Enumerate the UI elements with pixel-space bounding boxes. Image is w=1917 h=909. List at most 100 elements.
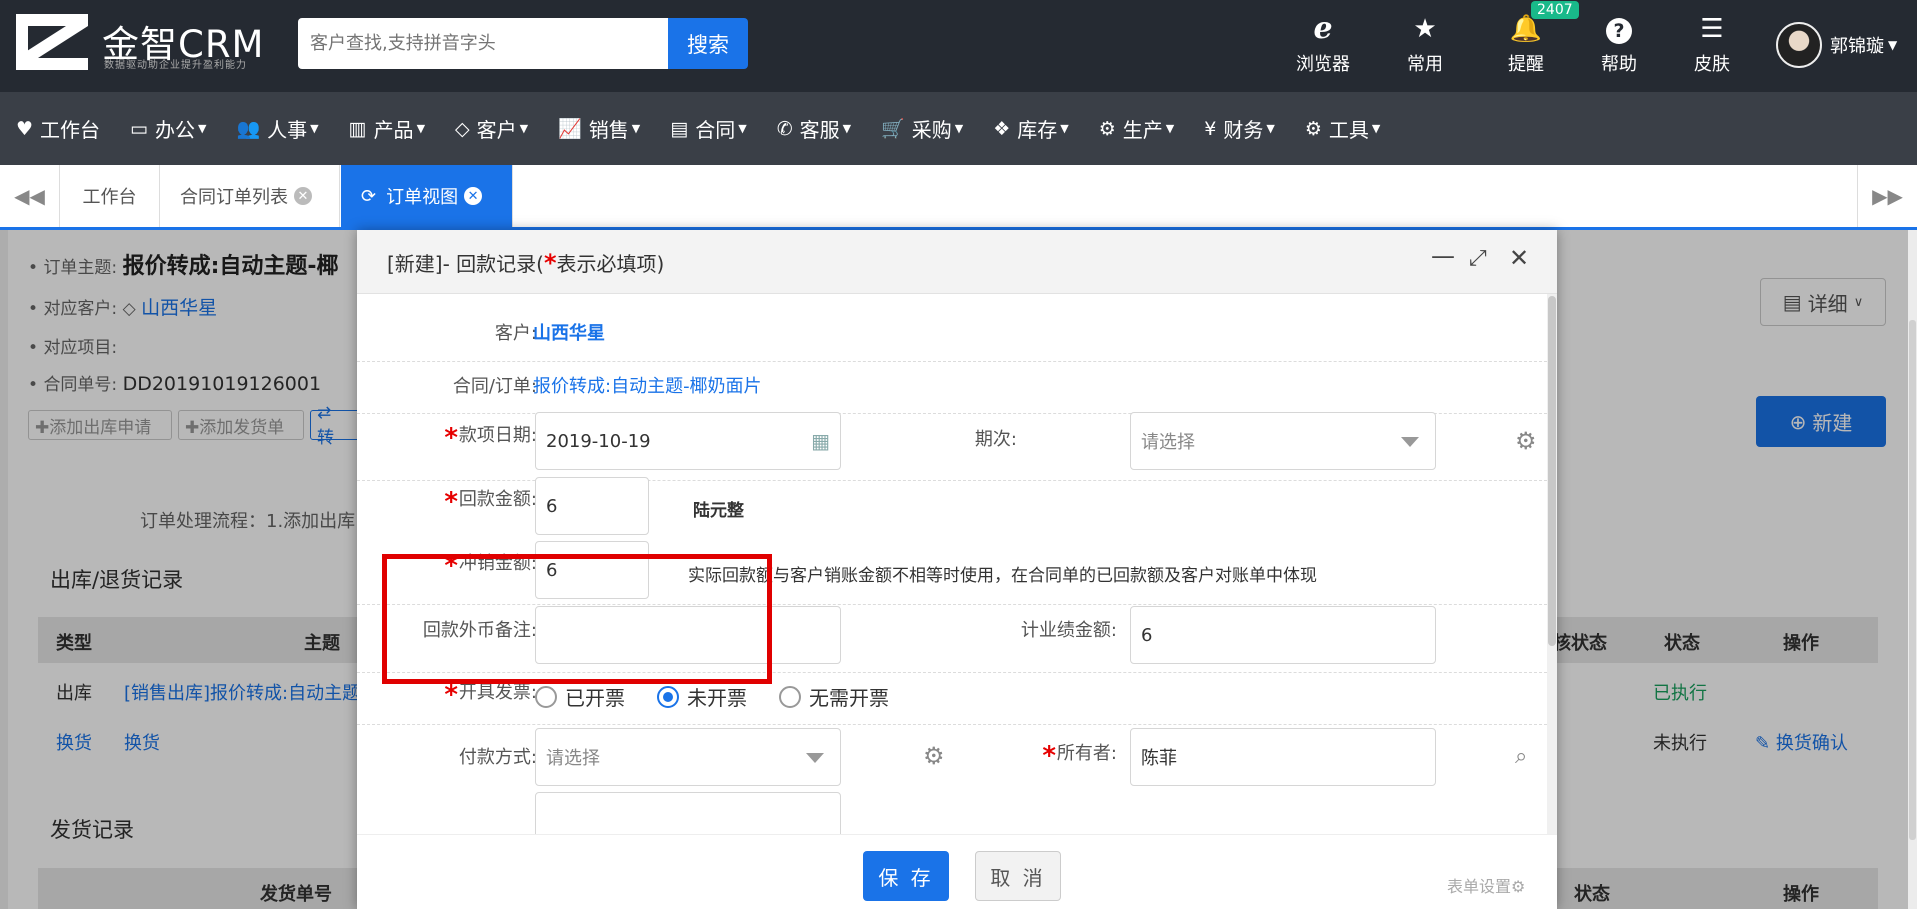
barcode-icon: ▥ bbox=[348, 117, 367, 140]
caret-down-icon: ▼ bbox=[1371, 122, 1381, 135]
customer-label: 客户: bbox=[494, 323, 537, 344]
line-chart-icon: 📈 bbox=[558, 118, 582, 140]
form-settings-link[interactable]: 表单设置⚙ bbox=[1447, 873, 1525, 897]
favorites-button[interactable]: ★ 常用 bbox=[1380, 12, 1470, 78]
gear-icon[interactable]: ⚙ bbox=[923, 742, 945, 770]
nav-tools[interactable]: ⚙ 工具 ▼ bbox=[1305, 114, 1381, 143]
owner-input[interactable]: 陈菲 bbox=[1130, 728, 1436, 786]
amount-in-words: 陆元整 bbox=[693, 501, 744, 521]
nav-workbench[interactable]: ♥ 工作台 bbox=[16, 114, 100, 143]
logo[interactable]: 金智CRM 数据驱动助企业提升盈利能力 bbox=[14, 12, 294, 72]
user-menu[interactable]: 郭锦璇 ▼ bbox=[1776, 20, 1897, 70]
nav-production[interactable]: ⚙ 生产 ▼ bbox=[1099, 114, 1175, 143]
nav-contract[interactable]: ▤ 合同 ▼ bbox=[670, 114, 746, 143]
nav-inventory[interactable]: ❖ 库存 ▼ bbox=[993, 114, 1069, 143]
browser-button[interactable]: e 浏览器 bbox=[1278, 12, 1368, 78]
contract-label: 合同/订单: bbox=[452, 376, 537, 397]
payment-amount-label: *回款金额: bbox=[444, 487, 537, 517]
highlight-box bbox=[382, 554, 772, 684]
close-icon[interactable]: ✕ bbox=[294, 187, 312, 205]
customer-search-input[interactable] bbox=[298, 18, 668, 69]
chevron-down-icon bbox=[806, 753, 824, 763]
writeoff-hint: 实际回款额与客户销账金额不相等时使用，在合同单的已回款额及客户对账单中体现 bbox=[688, 566, 1317, 586]
caret-down-icon: ▼ bbox=[954, 122, 964, 135]
payment-date-label: *款项日期: bbox=[444, 423, 537, 453]
payment-amount-input[interactable]: 6 bbox=[535, 477, 649, 535]
dialog-scrollbar[interactable] bbox=[1547, 294, 1557, 834]
maximize-icon[interactable]: ⤢ bbox=[1469, 246, 1487, 271]
payment-method-label: 付款方式: bbox=[458, 747, 537, 768]
ie-browser-icon: e bbox=[1313, 11, 1333, 46]
gear-icon[interactable]: ⚙ bbox=[1515, 427, 1537, 455]
users-icon: 👥 bbox=[236, 118, 261, 140]
invoice-option-not-needed[interactable]: 无需开票 bbox=[779, 682, 889, 711]
skin-icon: ☰ bbox=[1700, 14, 1724, 44]
cubes-icon: ❖ bbox=[993, 117, 1011, 140]
help-button[interactable]: ? 帮助 bbox=[1574, 12, 1664, 78]
tab-bar: ◀◀ 工作台 合同订单列表 ✕ ⟳ 订单视图 ✕ ▶▶ bbox=[0, 165, 1917, 230]
laptop-icon: ▭ bbox=[130, 117, 148, 140]
chevron-down-icon: ▼ bbox=[1888, 38, 1898, 52]
save-button[interactable]: 保 存 bbox=[863, 851, 949, 901]
customer-link[interactable]: 山西华星 bbox=[533, 319, 605, 345]
payment-date-input[interactable]: 2019-10-19 ▦ bbox=[535, 412, 841, 470]
caret-down-icon: ▼ bbox=[310, 122, 319, 135]
nav-office[interactable]: ▭ 办公 ▼ bbox=[130, 114, 206, 143]
close-icon[interactable]: ✕ bbox=[464, 187, 483, 205]
gear-icon: ⚙ bbox=[1304, 117, 1322, 140]
search-icon[interactable]: ⌕ bbox=[1515, 744, 1527, 769]
owner-label: *所有者: bbox=[1042, 741, 1117, 771]
performance-amount-input[interactable]: 6 bbox=[1130, 606, 1436, 664]
reminder-button[interactable]: 🔔 2407 提醒 bbox=[1481, 1, 1579, 78]
nav-sales[interactable]: 📈 销售 ▼ bbox=[558, 114, 640, 143]
nav-hr[interactable]: 👥 人事 ▼ bbox=[236, 114, 318, 143]
radio-icon bbox=[535, 685, 557, 708]
caret-down-icon: ▼ bbox=[738, 122, 747, 135]
payment-method-select[interactable]: 请选择 bbox=[535, 728, 841, 786]
nav-service[interactable]: ✆ 客服 ▼ bbox=[777, 114, 851, 143]
nav-finance[interactable]: ¥ 财务 ▼ bbox=[1204, 114, 1275, 143]
double-right-icon: ▶▶ bbox=[1872, 184, 1903, 208]
tab-workbench[interactable]: 工作台 bbox=[60, 165, 160, 227]
avatar bbox=[1776, 22, 1822, 68]
period-select[interactable]: 请选择 bbox=[1130, 412, 1436, 470]
phone-icon: ✆ bbox=[776, 117, 793, 140]
user-name: 郭锦璇 bbox=[1830, 36, 1884, 57]
period-label: 期次: bbox=[974, 429, 1017, 450]
cancel-button[interactable]: 取 消 bbox=[975, 851, 1061, 901]
double-left-icon: ◀◀ bbox=[14, 184, 45, 208]
payment-record-dialog: [新建]- 回款记录(*表示必填项) — ⤢ ✕ 客户: 山西华星 合同/订单:… bbox=[357, 230, 1557, 909]
nav-product[interactable]: ▥ 产品 ▼ bbox=[349, 114, 425, 143]
dialog-footer: 保 存 取 消 表单设置⚙ bbox=[357, 834, 1557, 909]
close-icon[interactable]: ✕ bbox=[1509, 244, 1529, 272]
calendar-icon[interactable]: ▦ bbox=[811, 429, 830, 453]
caret-down-icon: ▼ bbox=[1266, 122, 1275, 135]
tab-contract-order-list[interactable]: 合同订单列表 ✕ bbox=[160, 165, 340, 227]
top-header: 金智CRM 数据驱动助企业提升盈利能力 搜索 e 浏览器 ★ 常用 🔔 2407… bbox=[0, 0, 1917, 92]
page-scrollbar[interactable] bbox=[1908, 230, 1917, 909]
brand-slogan: 数据驱动助企业提升盈利能力 bbox=[104, 60, 247, 71]
logo-mark-icon bbox=[16, 14, 88, 70]
radio-checked-icon bbox=[657, 685, 679, 708]
refresh-icon[interactable]: ⟳ bbox=[361, 186, 376, 207]
reminder-count-badge: 2407 bbox=[1531, 1, 1579, 19]
invoice-option-not-issued[interactable]: 未开票 bbox=[657, 682, 747, 711]
tab-scroll-right-button[interactable]: ▶▶ bbox=[1857, 165, 1917, 227]
dialog-form: 客户: 山西华星 合同/订单: 报价转成:自动主题-椰奶面片 *款项日期: 20… bbox=[357, 294, 1550, 834]
tab-scroll-left-button[interactable]: ◀◀ bbox=[0, 165, 60, 227]
caret-down-icon: ▼ bbox=[416, 122, 426, 135]
dialog-title: [新建]- 回款记录(*表示必填项) bbox=[387, 249, 665, 277]
caret-down-icon: ▼ bbox=[1060, 122, 1069, 135]
gear-icon: ⚙ bbox=[1511, 877, 1526, 896]
skin-button[interactable]: ☰ 皮肤 bbox=[1667, 12, 1757, 78]
minimize-icon[interactable]: — bbox=[1431, 242, 1455, 270]
search-button[interactable]: 搜索 bbox=[668, 18, 748, 69]
nav-customer[interactable]: ◇ 客户 ▼ bbox=[455, 114, 528, 143]
main-nav: ♥ 工作台 ▭ 办公 ▼ 👥 人事 ▼ ▥ 产品 ▼ ◇ 客户 ▼ 📈 销售 ▼ ▤ 合同 ▼ ✆ 客服 ▼ … bbox=[0, 92, 1917, 165]
invoice-option-issued[interactable]: 已开票 bbox=[535, 682, 625, 711]
chevron-down-icon bbox=[1401, 437, 1419, 447]
contract-link[interactable]: 报价转成:自动主题-椰奶面片 bbox=[533, 372, 762, 398]
tab-order-view[interactable]: ⟳ 订单视图 ✕ bbox=[341, 165, 513, 227]
next-field-input[interactable] bbox=[535, 792, 841, 834]
nav-purchase[interactable]: 🛒 采购 ▼ bbox=[881, 114, 963, 143]
